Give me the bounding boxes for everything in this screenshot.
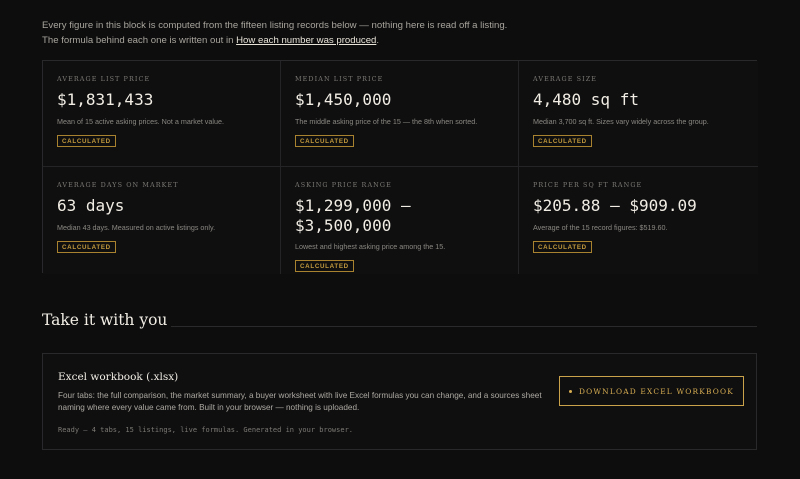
stat-description: Lowest and highest asking price among th… [295,242,446,251]
stat-label: AVERAGE LIST PRICE [57,75,151,83]
intro-line-1: Every figure in this block is computed f… [42,20,508,31]
stat-label: AVERAGE DAYS ON MARKET [57,181,179,189]
stat-description: Median 43 days. Measured on active listi… [57,222,216,232]
intro-line-2-suffix: . [376,35,380,46]
stat-card-average-list-price: AVERAGE LIST PRICE $1,831,433 Mean of 15… [43,61,281,167]
stat-value: $205.88 – $909.09 [533,196,697,215]
stat-value: $1,299,000 – $3,500,000 [295,196,411,235]
calculated-badge: CALCULATED [533,134,592,147]
stat-value: $1,831,433 [57,90,154,109]
stat-card-price-per-sqft-range: PRICE PER SQ FT RANGE $205.88 – $909.09 … [519,167,758,274]
download-excel-button[interactable]: DOWNLOAD EXCEL WORKBOOK [559,376,744,406]
calculated-badge: CALCULATED [57,240,116,253]
stat-value: 4,480 sq ft [533,90,639,109]
stat-card-average-days-on-market: AVERAGE DAYS ON MARKET 63 days Median 43… [43,167,281,274]
intro-line-2: The formula behind each one is written o… [42,33,507,48]
stat-label: MEDIAN LIST PRICE [295,75,384,83]
stat-description: Median 3,700 sq ft. Sizes vary widely ac… [533,116,709,126]
methodology-link[interactable]: How each number was produced [236,35,376,46]
stats-grid: AVERAGE LIST PRICE $1,831,433 Mean of 15… [42,60,758,274]
intro-text: Every figure in this block is computed f… [42,18,507,48]
calculated-badge: CALCULATED [295,260,354,272]
stat-label: AVERAGE SIZE [533,75,598,83]
calculated-badge: CALCULATED [533,240,592,253]
excel-export-panel: Excel workbook (.xlsx) Four tabs: the fu… [42,353,757,450]
stat-card-asking-price-range: ASKING PRICE RANGE $1,299,000 – $3,500,0… [281,167,519,274]
intro-line-2-prefix: The formula behind each one is written o… [42,35,237,46]
panel-title: Excel workbook (.xlsx) [58,371,179,383]
stat-card-median-list-price: MEDIAN LIST PRICE $1,450,000 The middle … [281,61,519,167]
stat-label: PRICE PER SQ FT RANGE [533,181,643,189]
calculated-badge: CALCULATED [295,134,354,147]
stat-description: Average of the 15 record figures: $519.6… [533,222,668,232]
calculated-badge: CALCULATED [57,134,116,147]
panel-description: Four tabs: the full comparison, the mark… [58,391,542,413]
section-title: Take it with you [42,311,168,329]
stat-card-average-size: AVERAGE SIZE 4,480 sq ft Median 3,700 sq… [519,61,758,167]
download-button-label: DOWNLOAD EXCEL WORKBOOK [578,386,734,396]
stat-value: $1,450,000 [295,90,392,109]
panel-status: Ready — 4 tabs, 15 listings, live formul… [58,426,354,434]
stat-value: 63 days [57,196,125,215]
bullet-icon [568,389,572,393]
stat-description: Mean of 15 active asking prices. Not a m… [57,116,224,126]
section-divider [171,326,757,327]
stat-label: ASKING PRICE RANGE [295,181,392,189]
stat-description: The middle asking price of the 15 — the … [295,116,478,126]
